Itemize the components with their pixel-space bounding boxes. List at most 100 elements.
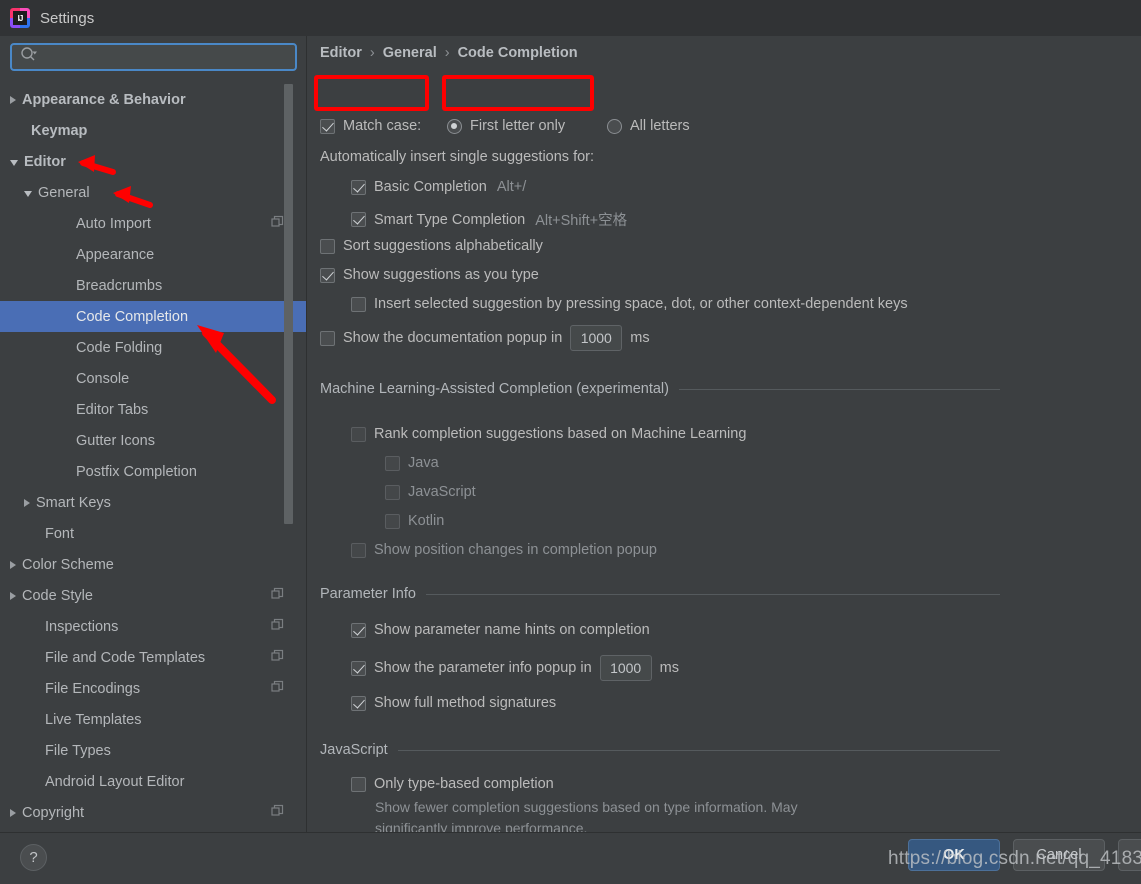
section-divider [678, 388, 1000, 390]
ml-java-checkbox[interactable]: Java [385, 455, 439, 471]
breadcrumb-code-completion: Code Completion [457, 45, 578, 61]
doc-popup-unit: ms [630, 330, 650, 346]
param-name-hints-label: Show parameter name hints on completion [374, 622, 650, 638]
intellij-logo-icon: IJ [10, 8, 30, 28]
sidebar-item-label: Copyright [22, 804, 85, 821]
chevron-right-icon[interactable] [10, 591, 16, 600]
param-popup-unit: ms [659, 660, 679, 676]
ml-kotlin-label: Kotlin [408, 513, 445, 529]
match-case-label: Match case: [343, 118, 422, 134]
sidebar-item-smart-keys[interactable]: Smart Keys [0, 487, 307, 518]
copy-settings-icon[interactable] [271, 804, 284, 821]
doc-popup-delay-input[interactable]: 1000 [570, 325, 623, 351]
ml-rank-checkbox[interactable]: Rank completion suggestions based on Mac… [351, 426, 746, 442]
basic-completion-label: Basic Completion [374, 179, 487, 195]
checkbox-icon [351, 179, 366, 195]
sidebar-item-file-and-code-templates[interactable]: File and Code Templates [0, 642, 307, 673]
sidebar-item-label: Editor Tabs [76, 401, 149, 418]
settings-sidebar: Appearance & Behavior Keymap Editor General… [0, 36, 307, 832]
title-bar: IJ Settings [0, 0, 1141, 36]
radio-icon [447, 118, 462, 134]
help-button[interactable]: ? [20, 844, 47, 871]
sidebar-item-postfix-completion[interactable]: Postfix Completion [0, 456, 307, 487]
copy-settings-icon[interactable] [271, 215, 284, 232]
breadcrumb-separator-icon: › [369, 45, 375, 61]
js-only-type-based-checkbox[interactable]: Only type-based completion [351, 776, 554, 792]
checkbox-icon [385, 484, 400, 500]
chevron-right-icon[interactable] [10, 560, 16, 569]
sidebar-item-copyright[interactable]: Copyright [0, 797, 307, 828]
sidebar-item-code-style[interactable]: Code Style [0, 580, 307, 611]
sidebar-scrollbar-track[interactable] [284, 84, 300, 832]
settings-tree: Appearance & Behavior Keymap Editor General… [0, 84, 307, 832]
param-popup-label: Show the parameter info popup in [374, 660, 592, 676]
first-letter-only-radio[interactable]: First letter only [447, 118, 565, 134]
sidebar-scrollbar-thumb[interactable] [284, 84, 293, 524]
sidebar-item-gutter-icons[interactable]: Gutter Icons [0, 425, 307, 456]
basic-completion-checkbox[interactable]: Basic Completion Alt+/ [351, 179, 526, 195]
sidebar-item-file-types[interactable]: File Types [0, 735, 307, 766]
smart-type-completion-shortcut: Alt+Shift+空格 [535, 213, 628, 229]
sidebar-item-inspections[interactable]: Inspections [0, 611, 307, 642]
breadcrumb-editor[interactable]: Editor [320, 45, 362, 61]
sort-alphabetically-label: Sort suggestions alphabetically [343, 238, 543, 254]
checkbox-icon [351, 296, 366, 312]
sidebar-item-breadcrumbs[interactable]: Breadcrumbs [0, 270, 307, 301]
copy-settings-icon[interactable] [271, 618, 284, 635]
copy-settings-icon[interactable] [271, 649, 284, 666]
all-letters-label: All letters [630, 118, 690, 134]
sort-alphabetically-checkbox[interactable]: Sort suggestions alphabetically [320, 238, 543, 254]
sidebar-item-code-folding[interactable]: Code Folding [0, 332, 307, 363]
chevron-right-icon[interactable] [24, 498, 30, 507]
sidebar-item-label: Font [45, 525, 75, 542]
smart-type-completion-checkbox[interactable]: Smart Type Completion Alt+Shift+空格 [351, 209, 627, 230]
breadcrumb-separator-icon: › [444, 45, 450, 61]
copy-settings-icon[interactable] [271, 680, 284, 697]
section-divider [425, 593, 1000, 595]
section-divider [397, 749, 1000, 751]
sidebar-item-auto-import[interactable]: Auto Import [0, 208, 307, 239]
ml-java-label: Java [408, 455, 439, 471]
sidebar-item-editor[interactable]: Editor [0, 146, 307, 177]
sidebar-item-keymap[interactable]: Keymap [0, 115, 307, 146]
breadcrumb: Editor › General › Code Completion [320, 45, 578, 61]
param-full-signatures-label: Show full method signatures [374, 695, 557, 711]
match-case-checkbox[interactable]: Match case: [320, 118, 421, 134]
copy-settings-icon[interactable] [271, 587, 284, 604]
sidebar-item-android-layout-editor[interactable]: Android Layout Editor [0, 766, 307, 797]
sidebar-item-label: Live Templates [45, 711, 142, 728]
show-as-you-type-checkbox[interactable]: Show suggestions as you type [320, 267, 539, 283]
param-popup-delay-input[interactable]: 1000 [599, 655, 652, 681]
sidebar-item-appearance[interactable]: Appearance [0, 239, 307, 270]
radio-icon [607, 118, 622, 134]
breadcrumb-general[interactable]: General [383, 45, 437, 61]
chevron-right-icon[interactable] [10, 808, 16, 817]
window-title: Settings [40, 9, 95, 27]
sidebar-item-font[interactable]: Font [0, 518, 307, 549]
all-letters-radio[interactable]: All letters [607, 118, 690, 134]
ml-javascript-checkbox[interactable]: JavaScript [385, 484, 476, 500]
search-input[interactable] [41, 48, 295, 66]
sidebar-item-file-encodings[interactable]: File Encodings [0, 673, 307, 704]
chevron-down-icon[interactable] [24, 190, 32, 197]
sidebar-item-live-templates[interactable]: Live Templates [0, 704, 307, 735]
show-as-you-type-label: Show suggestions as you type [343, 267, 539, 283]
param-popup-row[interactable]: Show the parameter info popup in 1000 ms [351, 655, 679, 681]
param-name-hints-checkbox[interactable]: Show parameter name hints on completion [351, 622, 650, 638]
parameter-info-section-label: Parameter Info [320, 586, 416, 602]
sidebar-item-general[interactable]: General [0, 177, 307, 208]
auto-insert-heading: Automatically insert single suggestions … [320, 149, 594, 165]
chevron-right-icon[interactable] [10, 95, 16, 104]
sidebar-item-console[interactable]: Console [0, 363, 307, 394]
ml-position-changes-checkbox[interactable]: Show position changes in completion popu… [351, 542, 657, 558]
sidebar-item-code-completion[interactable]: Code Completion [0, 301, 307, 332]
insert-selected-checkbox[interactable]: Insert selected suggestion by pressing s… [351, 296, 908, 312]
search-box[interactable] [10, 43, 297, 71]
sidebar-item-color-scheme[interactable]: Color Scheme [0, 549, 307, 580]
doc-popup-row[interactable]: Show the documentation popup in 1000 ms [320, 325, 650, 351]
chevron-down-icon[interactable] [10, 159, 18, 166]
param-full-signatures-checkbox[interactable]: Show full method signatures [351, 695, 556, 711]
sidebar-item-appearance-behavior[interactable]: Appearance & Behavior [0, 84, 307, 115]
ml-kotlin-checkbox[interactable]: Kotlin [385, 513, 444, 529]
sidebar-item-editor-tabs[interactable]: Editor Tabs [0, 394, 307, 425]
